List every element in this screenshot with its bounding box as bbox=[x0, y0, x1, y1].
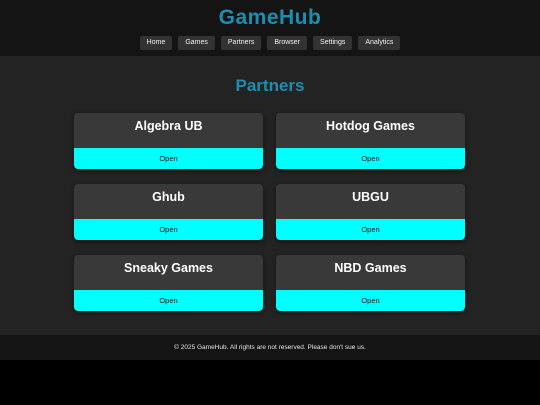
partner-card-sneaky-games: Sneaky Games Open bbox=[74, 255, 263, 311]
partner-card-ghub: Ghub Open bbox=[74, 184, 263, 240]
open-button[interactable]: Open bbox=[276, 290, 465, 311]
open-button[interactable]: Open bbox=[74, 148, 263, 169]
site-footer: © 2025 GameHub. All rights are not reser… bbox=[0, 335, 540, 360]
nav-partners-button[interactable]: Partners bbox=[220, 36, 262, 50]
nav-games-button[interactable]: Games bbox=[178, 36, 215, 50]
open-button[interactable]: Open bbox=[74, 219, 263, 240]
partner-name: UBGU bbox=[352, 190, 389, 204]
section-title: Partners bbox=[235, 76, 305, 95]
open-button[interactable]: Open bbox=[74, 290, 263, 311]
site-title: GameHub bbox=[218, 6, 322, 29]
partner-card-hotdog-games: Hotdog Games Open bbox=[276, 113, 465, 169]
footer-copyright: © 2025 GameHub. All rights are not reser… bbox=[174, 344, 366, 351]
partner-name: Hotdog Games bbox=[326, 119, 415, 133]
main-nav: Home Games Partners Browser Settings Ana… bbox=[0, 36, 540, 50]
site-header: GameHub Home Games Partners Browser Sett… bbox=[0, 0, 540, 56]
open-button[interactable]: Open bbox=[276, 219, 465, 240]
partner-card-ubgu: UBGU Open bbox=[276, 184, 465, 240]
partner-card-algebra-ub: Algebra UB Open bbox=[74, 113, 263, 169]
partner-name: Ghub bbox=[152, 190, 185, 204]
open-button[interactable]: Open bbox=[276, 148, 465, 169]
nav-analytics-button[interactable]: Analytics bbox=[358, 36, 401, 50]
nav-settings-button[interactable]: Settings bbox=[313, 36, 353, 50]
partners-section: Partners Algebra UB Open Hotdog Games Op… bbox=[0, 56, 540, 335]
partner-name: NBD Games bbox=[334, 261, 407, 275]
partner-name: Sneaky Games bbox=[124, 261, 213, 275]
nav-browser-button[interactable]: Browser bbox=[267, 36, 308, 50]
partner-name: Algebra UB bbox=[134, 119, 203, 133]
nav-home-button[interactable]: Home bbox=[139, 36, 173, 50]
partner-card-nbd-games: NBD Games Open bbox=[276, 255, 465, 311]
